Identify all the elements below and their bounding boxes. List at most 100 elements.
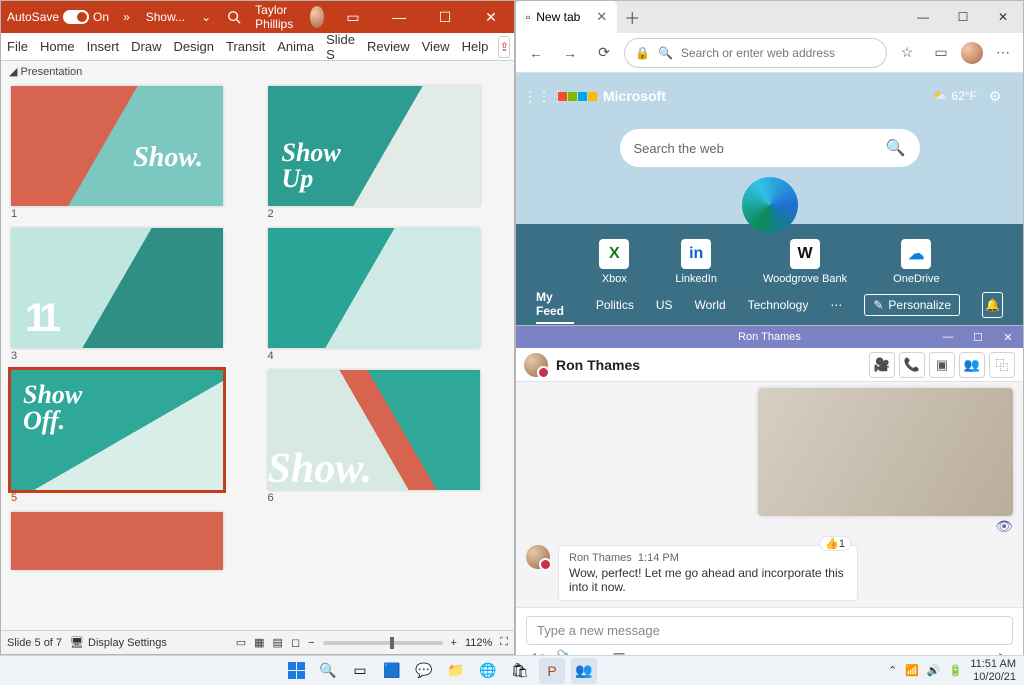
display-settings[interactable]: 🖥 Display Settings	[70, 636, 167, 649]
slide-thumb-7[interactable]	[11, 512, 248, 570]
doc-name-caret[interactable]: ⌄	[193, 10, 219, 24]
view-slideshow-icon[interactable]: ◻	[291, 636, 300, 649]
contact-name[interactable]: Ron Thames	[556, 357, 640, 373]
taskbar-search-icon[interactable]: 🔍	[315, 658, 341, 684]
slide-thumb-6[interactable]: Show. 6	[268, 370, 505, 504]
maximize-button[interactable]: ☐	[422, 1, 468, 33]
view-sorter-icon[interactable]: ▦	[254, 636, 264, 649]
ribbon-tab-design[interactable]: Design	[168, 33, 220, 60]
feed-tab-politics[interactable]: Politics	[596, 294, 634, 316]
refresh-button[interactable]: ⟳	[590, 39, 618, 67]
slide-thumb-5[interactable]: Show Off. 5	[11, 370, 248, 504]
widgets-icon[interactable]: 🟦	[379, 658, 405, 684]
edge-close[interactable]: ✕	[983, 1, 1023, 33]
audio-call-icon[interactable]: 📞	[899, 352, 925, 378]
account-button[interactable]: Taylor Phillips	[249, 3, 330, 31]
teams-close[interactable]: ✕	[993, 326, 1023, 348]
personalize-button[interactable]: ✎ Personalize	[864, 294, 960, 316]
site-info-icon[interactable]: 🔒	[635, 46, 650, 60]
powerpoint-taskbar-icon[interactable]: P	[539, 658, 565, 684]
wifi-icon[interactable]: 📶	[905, 664, 919, 677]
ribbon-tab-view[interactable]: View	[416, 33, 456, 60]
menu-icon[interactable]: ⋯	[989, 39, 1017, 67]
qa-overflow[interactable]: »	[115, 10, 138, 24]
back-button[interactable]: ←	[522, 39, 550, 67]
ribbon-tab-review[interactable]: Review	[361, 33, 416, 60]
weather-widget[interactable]: ⛅ 62°F ⚙	[933, 82, 1009, 110]
slide-thumb-4[interactable]: 4	[268, 228, 505, 362]
clock[interactable]: 11:51 AM 10/20/21	[970, 658, 1016, 682]
web-search-box[interactable]: Search the web 🔍	[620, 129, 920, 167]
presentation-collapse[interactable]: ◢ Presentation	[1, 61, 514, 82]
chat-icon[interactable]: 💬	[411, 658, 437, 684]
read-receipt-icon[interactable]: 👁	[526, 518, 1013, 535]
zoom-percent[interactable]: 112%	[465, 637, 492, 649]
view-reading-icon[interactable]: ▤	[273, 636, 283, 649]
collections-icon[interactable]: ▭	[927, 39, 955, 67]
ribbon-tab-file[interactable]: File	[1, 33, 34, 60]
task-view-icon[interactable]: ▭	[347, 658, 373, 684]
ribbon-display-options[interactable]: ▭	[330, 1, 376, 33]
ribbon-tab-home[interactable]: Home	[34, 33, 81, 60]
video-call-icon[interactable]: 🎥	[869, 352, 895, 378]
feed-tab-tech[interactable]: Technology	[748, 294, 809, 316]
slide-sorter[interactable]: Show. 1 Show Up 2 11 3 4	[1, 82, 514, 630]
edge-profile[interactable]	[961, 42, 983, 64]
status-slide[interactable]: Slide 5 of 7	[7, 637, 62, 649]
new-tab-button[interactable]: ＋	[617, 5, 647, 29]
forward-button[interactable]: →	[556, 39, 584, 67]
add-people-icon[interactable]: 👥	[959, 352, 985, 378]
search-icon[interactable]	[219, 10, 249, 24]
tab-close-icon[interactable]: ✕	[596, 9, 607, 25]
share-button[interactable]: ⇪	[498, 36, 510, 58]
screenshare-icon[interactable]: ▣	[929, 352, 955, 378]
feed-tab-more[interactable]: ⋯	[830, 294, 842, 316]
teams-titlebar[interactable]: Ron Thames — ☐ ✕	[516, 326, 1023, 348]
edge-minimize[interactable]: —	[903, 1, 943, 33]
compose-box[interactable]: Type a new message	[526, 616, 1013, 645]
file-explorer-icon[interactable]: 📁	[443, 658, 469, 684]
autosave-toggle[interactable]: AutoSave On	[1, 10, 115, 24]
close-button[interactable]: ✕	[468, 1, 514, 33]
contact-avatar[interactable]	[524, 353, 548, 377]
search-submit-icon[interactable]: 🔍	[886, 138, 906, 158]
store-icon[interactable]: 🛍	[507, 658, 533, 684]
ribbon-tab-animations[interactable]: Anima	[271, 33, 320, 60]
teams-maximize[interactable]: ☐	[963, 326, 993, 348]
page-settings-icon[interactable]: ⚙	[981, 82, 1009, 110]
slide-thumb-1[interactable]: Show. 1	[11, 86, 248, 220]
quicklink-linkedin[interactable]: inLinkedIn	[675, 239, 717, 285]
address-bar[interactable]: 🔒 🔍 Search or enter web address	[624, 38, 887, 68]
popout-icon[interactable]: ⿻	[989, 352, 1015, 378]
autosave-switch[interactable]	[63, 10, 89, 24]
feed-tab-myfeed[interactable]: My Feed	[536, 286, 574, 324]
app-launcher-icon[interactable]: ⋮⋮⋮	[530, 82, 558, 110]
ribbon-tab-slideshow[interactable]: Slide S	[320, 33, 361, 60]
battery-icon[interactable]: 🔋	[949, 664, 963, 677]
start-button[interactable]	[283, 658, 309, 684]
zoom-slider[interactable]	[323, 641, 443, 645]
view-normal-icon[interactable]: ▭	[236, 636, 246, 649]
volume-icon[interactable]: 🔊	[927, 664, 941, 677]
ribbon-tab-help[interactable]: Help	[456, 33, 495, 60]
document-name[interactable]: Show...	[138, 10, 193, 24]
teams-minimize[interactable]: —	[933, 326, 963, 348]
notifications-icon[interactable]: 🔔	[982, 292, 1003, 318]
feed-tab-world[interactable]: World	[695, 294, 726, 316]
edge-logo[interactable]	[742, 177, 798, 233]
fit-slide-icon[interactable]: ⛶	[500, 636, 508, 649]
teams-taskbar-icon[interactable]: 👥	[571, 658, 597, 684]
minimize-button[interactable]: —	[376, 1, 422, 33]
messages-list[interactable]: 👁 👍1 Ron Thames 1:14 PM Wow, perfect! Le…	[516, 382, 1023, 607]
zoom-in[interactable]: +	[451, 637, 457, 649]
message-bubble[interactable]: 👍1 Ron Thames 1:14 PM Wow, perfect! Let …	[558, 545, 858, 601]
tray-overflow-icon[interactable]: ⌃	[888, 664, 897, 677]
browser-tab[interactable]: ▫ New tab ✕	[516, 1, 617, 33]
quicklink-woodgrove[interactable]: WWoodgrove Bank	[763, 239, 847, 285]
quicklink-onedrive[interactable]: ☁OneDrive	[893, 239, 939, 285]
image-message[interactable]	[758, 388, 1013, 516]
ribbon-tab-insert[interactable]: Insert	[81, 33, 126, 60]
ribbon-tab-draw[interactable]: Draw	[125, 33, 167, 60]
edge-taskbar-icon[interactable]: 🌐	[475, 658, 501, 684]
quicklink-xbox[interactable]: XXbox	[599, 239, 629, 285]
